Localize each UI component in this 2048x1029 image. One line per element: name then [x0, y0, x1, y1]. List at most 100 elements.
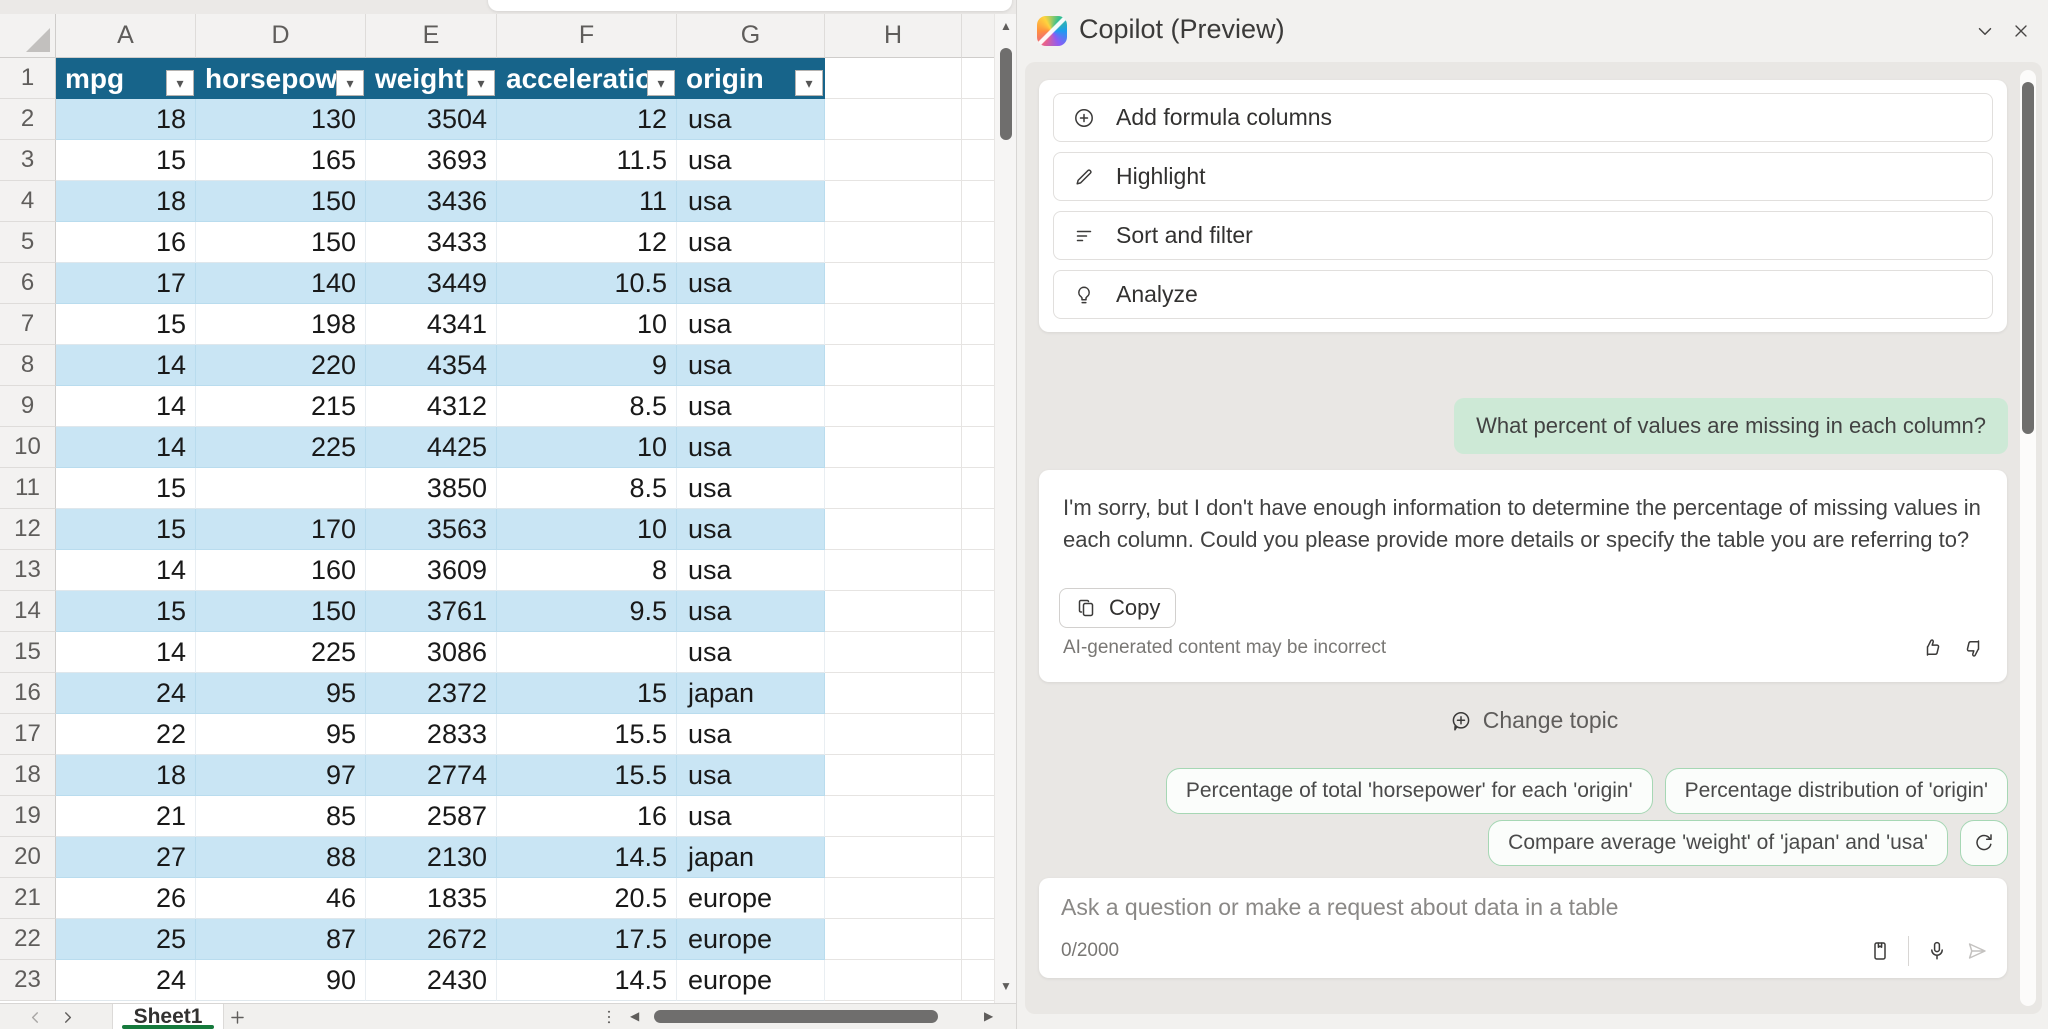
cell[interactable]: 17 [56, 263, 196, 304]
cell[interactable]: 198 [196, 304, 366, 345]
cell[interactable]: 3563 [366, 509, 497, 550]
scroll-up-icon[interactable]: ▲ [995, 20, 1016, 32]
cell[interactable] [962, 263, 998, 304]
cell[interactable]: 14 [56, 632, 196, 673]
thumbs-up-icon[interactable] [1921, 636, 1945, 660]
cell[interactable] [825, 878, 962, 919]
row-header[interactable]: 15 [0, 632, 56, 673]
sheet-vertical-scrollbar[interactable]: ▲ ▼ [994, 14, 1016, 1003]
cell[interactable]: 15.5 [497, 714, 677, 755]
microphone-icon[interactable] [1925, 939, 1949, 963]
row-header[interactable]: 17 [0, 714, 56, 755]
cell[interactable] [962, 509, 998, 550]
cell[interactable]: 225 [196, 427, 366, 468]
cell[interactable] [962, 632, 998, 673]
cell[interactable]: 4425 [366, 427, 497, 468]
table-header-cell-horsepower[interactable]: horsepower▾ [196, 58, 366, 99]
row-header[interactable]: 4 [0, 181, 56, 222]
cell[interactable] [962, 591, 998, 632]
suggestion-chip[interactable]: Percentage distribution of 'origin' [1665, 768, 2008, 814]
action-button-sort-and-filter[interactable]: Sort and filter [1053, 211, 1993, 260]
cell[interactable]: 88 [196, 837, 366, 878]
close-panel-button[interactable] [2006, 16, 2036, 46]
cell[interactable]: 95 [196, 714, 366, 755]
cell[interactable]: usa [677, 632, 825, 673]
cell[interactable]: 22 [56, 714, 196, 755]
cell[interactable]: 170 [196, 509, 366, 550]
cell[interactable] [825, 509, 962, 550]
cell[interactable]: 220 [196, 345, 366, 386]
cell[interactable]: 10.5 [497, 263, 677, 304]
cell[interactable]: 3761 [366, 591, 497, 632]
filter-button[interactable]: ▾ [166, 70, 194, 96]
cell[interactable]: 15 [56, 591, 196, 632]
filter-button[interactable]: ▾ [467, 70, 495, 96]
column-header-D[interactable]: D [196, 14, 366, 58]
cell[interactable] [962, 345, 998, 386]
cell[interactable] [962, 304, 998, 345]
column-header-F[interactable]: F [497, 14, 677, 58]
cell[interactable]: 46 [196, 878, 366, 919]
cell[interactable]: europe [677, 960, 825, 1001]
cell[interactable]: 14.5 [497, 960, 677, 1001]
cell[interactable]: 14.5 [497, 837, 677, 878]
cell[interactable]: usa [677, 427, 825, 468]
row-header[interactable]: 7 [0, 304, 56, 345]
cell[interactable] [962, 427, 998, 468]
vertical-scrollbar-thumb[interactable] [1000, 48, 1012, 140]
cell[interactable]: 2430 [366, 960, 497, 1001]
cell[interactable]: 3693 [366, 140, 497, 181]
cell[interactable]: 10 [497, 304, 677, 345]
cell[interactable] [196, 468, 366, 509]
cell[interactable]: japan [677, 673, 825, 714]
cell[interactable]: 87 [196, 919, 366, 960]
cell[interactable]: 15 [56, 140, 196, 181]
cell[interactable]: 4312 [366, 386, 497, 427]
cell[interactable]: 11 [497, 181, 677, 222]
cell[interactable]: usa [677, 263, 825, 304]
cell[interactable] [825, 386, 962, 427]
row-header[interactable]: 13 [0, 550, 56, 591]
cell[interactable]: usa [677, 222, 825, 263]
cell[interactable] [825, 181, 962, 222]
cell[interactable]: usa [677, 386, 825, 427]
row-header[interactable]: 23 [0, 960, 56, 1001]
row-header[interactable]: 18 [0, 755, 56, 796]
add-sheet-button[interactable] [224, 1005, 250, 1029]
cell[interactable]: 3609 [366, 550, 497, 591]
cell[interactable]: usa [677, 591, 825, 632]
cell[interactable] [825, 632, 962, 673]
cell[interactable]: 165 [196, 140, 366, 181]
cell[interactable]: 4341 [366, 304, 497, 345]
cell[interactable]: 3086 [366, 632, 497, 673]
cell[interactable]: usa [677, 140, 825, 181]
suggestion-chip[interactable]: Percentage of total 'horsepower' for eac… [1166, 768, 1653, 814]
row-header[interactable]: 19 [0, 796, 56, 837]
row-header[interactable]: 1 [0, 58, 56, 99]
column-header-A[interactable]: A [56, 14, 196, 58]
cell[interactable] [962, 140, 998, 181]
cell[interactable]: usa [677, 550, 825, 591]
cell[interactable] [825, 796, 962, 837]
cell[interactable]: europe [677, 878, 825, 919]
cell[interactable] [825, 755, 962, 796]
prev-sheet-button[interactable] [22, 1005, 48, 1029]
column-header-G[interactable]: G [677, 14, 825, 58]
scroll-down-icon[interactable]: ▼ [995, 980, 1016, 992]
cell[interactable] [962, 878, 998, 919]
cell[interactable]: 21 [56, 796, 196, 837]
cell[interactable]: 3449 [366, 263, 497, 304]
cell[interactable] [825, 304, 962, 345]
row-header[interactable]: 20 [0, 837, 56, 878]
cell[interactable]: 9.5 [497, 591, 677, 632]
row-header[interactable]: 14 [0, 591, 56, 632]
cell[interactable]: 8 [497, 550, 677, 591]
cell[interactable]: 15 [56, 304, 196, 345]
select-all-corner[interactable] [0, 14, 56, 58]
cell[interactable]: 15 [56, 468, 196, 509]
sheet-tab-active[interactable]: Sheet1 [112, 1004, 224, 1029]
column-header-H[interactable]: H [825, 14, 962, 58]
cell[interactable]: 14 [56, 345, 196, 386]
row-header[interactable]: 8 [0, 345, 56, 386]
row-header[interactable]: 16 [0, 673, 56, 714]
